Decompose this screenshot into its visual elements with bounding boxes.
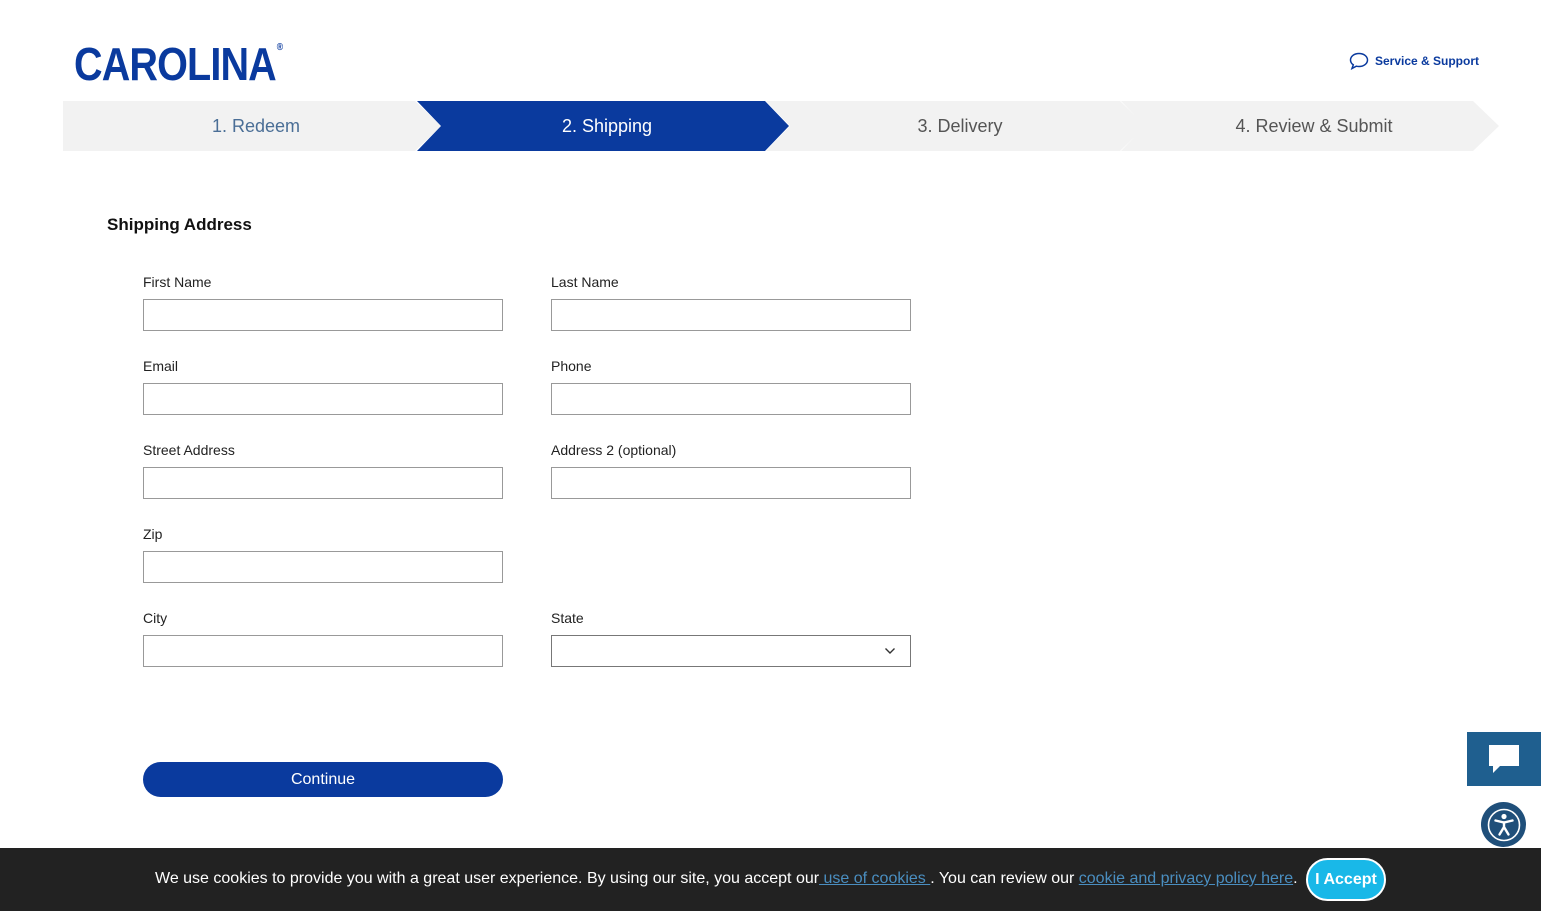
phone-group: Phone [551,357,911,415]
use-of-cookies-link[interactable]: use of cookies [819,870,930,887]
zip-label: Zip [143,526,163,542]
cookie-message: We use cookies to provide you with a gre… [155,870,1298,888]
last-name-group: Last Name [551,273,911,331]
state-label: State [551,610,584,626]
phone-input[interactable] [551,383,911,415]
state-group: State [551,609,911,667]
accessibility-button[interactable] [1481,802,1526,847]
cookie-text-part: We use cookies to provide you with a gre… [155,870,820,887]
continue-button[interactable]: Continue [143,762,503,797]
chat-icon [1489,745,1519,773]
email-input[interactable] [143,383,503,415]
first-name-group: First Name [143,273,503,331]
state-select[interactable] [551,635,911,667]
street-address-label: Street Address [143,442,235,458]
checkout-stepper: 1. Redeem 2. Shipping 3. Delivery 4. Rev… [63,101,1499,151]
support-label: Service & Support [1374,54,1479,68]
section-title: Shipping Address [107,215,252,234]
zip-input[interactable] [143,551,503,583]
street-address-group: Street Address [143,441,503,499]
first-name-input[interactable] [143,299,503,331]
cookie-privacy-policy-link[interactable]: cookie and privacy policy here [1079,870,1293,887]
carolina-logo[interactable]: CAROLINA ® [74,38,283,90]
email-group: Email [143,357,503,415]
cookie-banner: We use cookies to provide you with a gre… [0,848,1541,911]
city-label: City [143,610,168,626]
page: CAROLINA ® Service & Support 1. Redeem 2.… [0,0,1541,911]
email-label: Email [143,358,179,374]
step-label: 4. Review & Submit [1235,115,1393,136]
step-review-submit[interactable]: 4. Review & Submit [1121,101,1499,151]
phone-label: Phone [551,358,592,374]
last-name-label: Last Name [551,274,619,290]
service-support-link[interactable]: Service & Support [1349,52,1479,70]
last-name-input[interactable] [551,299,911,331]
step-label: 2. Shipping [561,115,653,136]
step-label: 3. Delivery [917,115,1003,136]
step-shipping[interactable]: 2. Shipping [417,101,789,151]
address2-group: Address 2 (optional) [551,441,911,499]
cookie-text-part: . You can review our [930,870,1079,887]
chat-widget-button[interactable] [1467,732,1541,786]
accessibility-icon [1487,808,1520,841]
logo-registered-mark: ® [276,42,283,53]
cookie-text-part: . [1293,870,1298,887]
first-name-label: First Name [143,274,212,290]
city-group: City [143,609,503,667]
step-delivery[interactable]: 3. Delivery [766,101,1146,151]
step-redeem[interactable]: 1. Redeem [63,101,441,151]
step-label: 1. Redeem [211,115,301,136]
logo-text: CAROLINA [74,38,277,90]
chat-bubble-icon [1349,52,1369,70]
street-address-input[interactable] [143,467,503,499]
city-input[interactable] [143,635,503,667]
address2-input[interactable] [551,467,911,499]
accept-cookies-button[interactable]: I Accept [1306,858,1386,901]
chevron-down-icon [885,648,895,654]
address2-label: Address 2 (optional) [551,442,677,458]
zip-group: Zip [143,525,503,583]
